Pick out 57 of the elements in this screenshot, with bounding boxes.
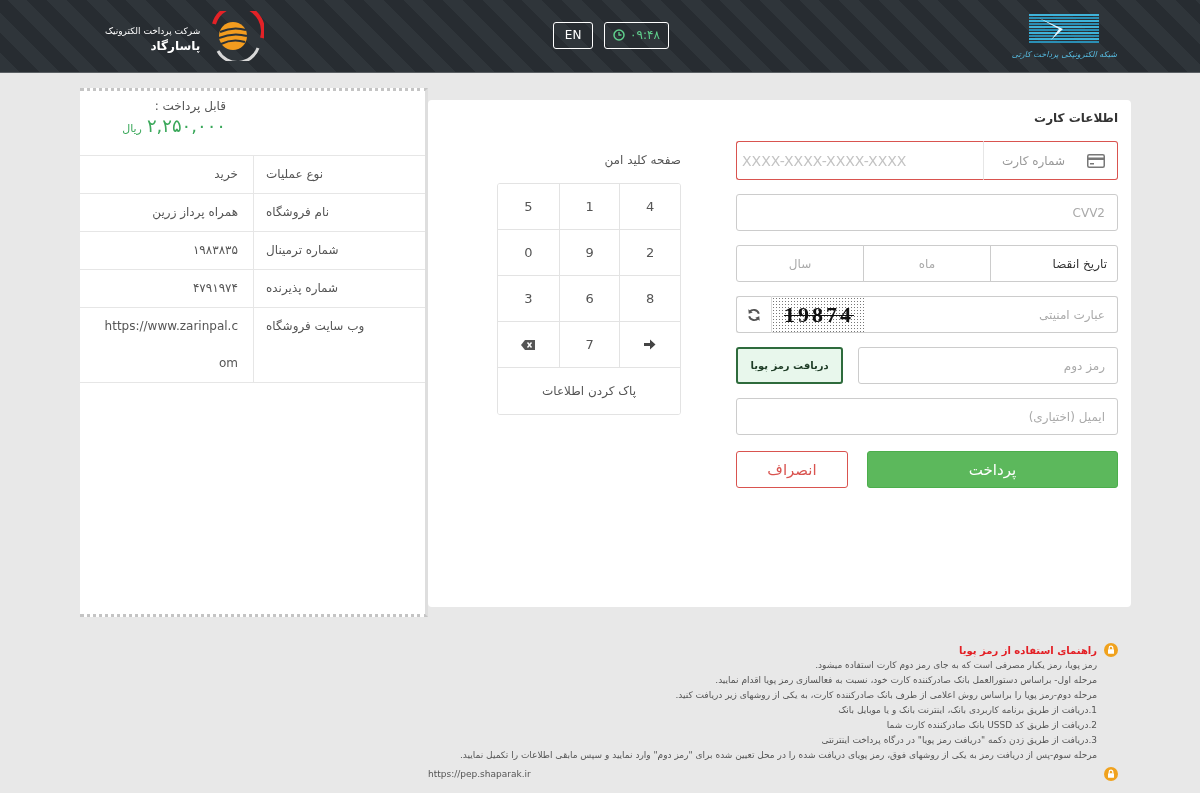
detail-label: شماره ترمینال — [253, 232, 425, 269]
amount-value: ۲,۲۵۰,۰۰۰ — [146, 115, 226, 136]
captcha-input[interactable]: عبارت امنیتی — [866, 296, 1118, 333]
email-input[interactable]: ایمیل (اختیاری) — [736, 398, 1118, 435]
logo-caption: شبکه الکترونیکی پرداخت کارتی — [1011, 49, 1117, 59]
notice-text: https://pep.shaparak.ir — [428, 768, 531, 781]
notice-text: 1.دریافت از طریق برنامه کاربردی بانک، اینترنت بانک و یا موبایل بانک — [838, 704, 1097, 717]
detail-label: نام فروشگاه — [253, 194, 425, 231]
detail-value: ۴۷۹۱۹۷۴ — [191, 280, 239, 297]
digit-key[interactable]: 1 — [558, 184, 620, 230]
amount-label: قابل پرداخت : — [154, 99, 226, 113]
lock-icon — [1104, 643, 1118, 657]
clock-icon — [613, 29, 626, 41]
detail-value: https://www.zarinpal.com — [103, 318, 239, 372]
company-name: پاسارگاد — [150, 38, 201, 53]
digit-key[interactable]: 4 — [619, 184, 680, 230]
credit-card-icon — [1087, 153, 1105, 168]
digit-key[interactable]: 8 — [619, 276, 680, 322]
detail-label: نوع عملیات — [253, 156, 425, 193]
notice-text: مرحله سوم-پس از دریافت رمز به یکی از روشهای فوق، رمز پویای دریافت شده را در محل تعیین شده برای "رمز دوم" وارد نمایید و سپس مابقی اطلاعات را تکمیل نمایید. — [460, 749, 1097, 762]
digit-key[interactable]: 5 — [498, 184, 559, 230]
company-subtitle: شرکت پرداخت الکترونیک — [105, 25, 201, 36]
section-title: اطلاعات کارت — [1034, 110, 1118, 126]
clock-time: ۰۹:۴۸ — [630, 28, 660, 42]
card-number-label: شماره کارت — [1002, 153, 1065, 168]
detail-value: خرید — [213, 166, 239, 183]
striped-logo-icon — [1029, 13, 1100, 44]
detail-label: وب سایت فروشگاه — [253, 308, 425, 382]
digit-key[interactable]: 6 — [558, 276, 620, 322]
captcha-image: 19874 — [772, 296, 866, 333]
month-input[interactable]: ماه — [863, 245, 991, 282]
second-password-input[interactable]: رمز دوم — [858, 347, 1118, 384]
year-input[interactable]: سال — [736, 245, 864, 282]
detail-label: شماره پذیرنده — [253, 270, 425, 307]
notice-text: 3.دریافت از طریق زدن دکمه "دریافت رمز پویا" در درگاه پرداخت اینترنتی — [821, 734, 1097, 747]
language-button[interactable]: EN — [553, 21, 594, 49]
cancel-button[interactable]: انصراف — [736, 451, 848, 488]
digit-key[interactable]: 2 — [619, 230, 680, 276]
lock-icon — [1104, 767, 1118, 781]
card-number-input[interactable]: XXXX-XXXX-XXXX-XXXX — [736, 141, 983, 180]
backspace-icon — [521, 339, 536, 350]
cvv2-input[interactable]: CVV2 — [736, 194, 1118, 231]
detail-value: همراه پرداز زرین — [151, 204, 239, 222]
notice-title: راهنمای استفاده از رمز پویا — [959, 644, 1097, 658]
currency-label: ریال — [122, 122, 142, 135]
notice-text: رمز پویا، رمز یکبار مصرفی است که به جای رمز دوم کارت استفاده میشود. — [815, 659, 1097, 672]
request-otp-button[interactable]: دریافت رمز پویا — [736, 347, 843, 384]
refresh-icon — [747, 307, 761, 322]
digit-key[interactable]: 9 — [558, 230, 620, 276]
notice-text: مرحله دوم-رمز پویا را براساس روش اعلامی از طرف بانک صادرکننده کارت، به یکی از روشهای زیر دریافت کنید. — [675, 689, 1097, 702]
keypad-title: صفحه کلید امن — [604, 152, 681, 168]
refresh-button[interactable] — [736, 296, 772, 333]
digit-key[interactable]: 7 — [558, 322, 620, 368]
detail-value: ۱۹۸۳۸۳۵ — [191, 242, 239, 259]
arrow-right-icon — [644, 339, 657, 350]
notice-text: 2.دریافت از طریق کد USSD بانک صادرکننده کارت شما — [886, 719, 1097, 732]
notice-text: مرحله اول- براساس دستورالعمل بانک صادرکننده کارت خود، نسبت به فعالسازی رمز پویا اقدام نمایید. — [715, 674, 1097, 687]
